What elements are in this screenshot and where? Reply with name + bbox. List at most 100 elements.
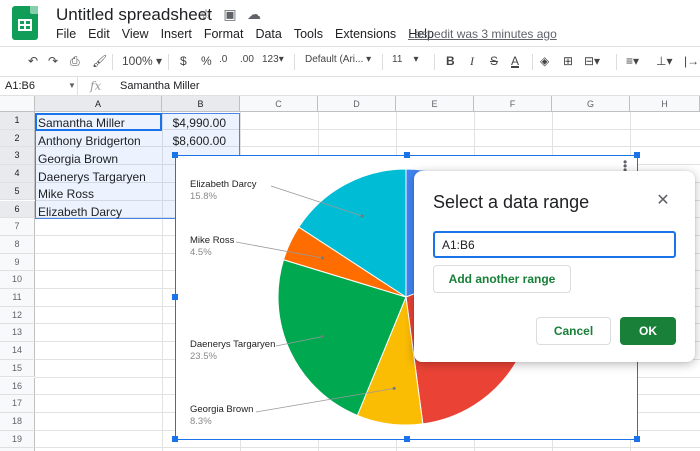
label-mike-ross-percent: 4.5% bbox=[190, 247, 212, 258]
font-family-select[interactable]: Default (Ari... ▾ bbox=[305, 54, 371, 65]
toolbar: ↶ ↷ ⎙ 🖌 100% ▾ $ % .0 .00 123▾ Default (… bbox=[0, 46, 700, 76]
paint-format-icon[interactable]: 🖌 bbox=[92, 54, 107, 68]
leader-dot-georgia-brown bbox=[392, 386, 396, 390]
bold-button[interactable]: B bbox=[446, 54, 455, 68]
last-edit-link[interactable]: Last edit was 3 minutes ago bbox=[408, 27, 557, 41]
resize-handle-ne[interactable] bbox=[634, 152, 640, 158]
row-header-2[interactable]: 2 bbox=[0, 129, 35, 148]
column-header-h[interactable]: H bbox=[630, 96, 700, 112]
cell-b1[interactable]: $4,990.00 bbox=[165, 116, 226, 130]
vertical-align-icon[interactable]: ⊥▾ bbox=[656, 54, 672, 68]
menu-file[interactable]: File bbox=[50, 27, 82, 41]
decrease-decimal-button[interactable]: .0 bbox=[219, 54, 227, 65]
text-color-button[interactable]: A bbox=[511, 54, 519, 68]
cell-a4[interactable]: Daenerys Targaryen bbox=[38, 170, 146, 184]
cell-a6[interactable]: Elizabeth Darcy bbox=[38, 205, 122, 219]
close-icon[interactable]: ✕ bbox=[654, 190, 672, 210]
label-daenerys-targaryen-percent: 23.5% bbox=[190, 351, 217, 362]
document-title[interactable]: Untitled spreadsheet bbox=[56, 5, 212, 25]
cell-a3[interactable]: Georgia Brown bbox=[38, 152, 118, 166]
resize-handle-sw[interactable] bbox=[172, 436, 178, 442]
formula-input[interactable]: Samantha Miller bbox=[120, 80, 199, 92]
resize-handle-nw[interactable] bbox=[172, 152, 178, 158]
row-header-11[interactable]: 11 bbox=[0, 289, 35, 307]
redo-icon[interactable]: ↷ bbox=[48, 54, 58, 68]
more-formats-select[interactable]: 123▾ bbox=[262, 54, 284, 65]
merge-cells-icon[interactable]: ⊟▾ bbox=[584, 54, 600, 68]
increase-decimal-button[interactable]: .00 bbox=[240, 54, 254, 65]
font-size-select[interactable]: 11 ▾ bbox=[392, 54, 419, 65]
fill-color-icon[interactable]: ◈ bbox=[540, 54, 549, 68]
row-header-15[interactable]: 15 bbox=[0, 359, 35, 378]
row-header-5[interactable]: 5 bbox=[0, 182, 35, 201]
cancel-button[interactable]: Cancel bbox=[536, 317, 611, 345]
label-georgia-brown: Georgia Brown bbox=[190, 404, 254, 415]
ok-button[interactable]: OK bbox=[620, 317, 676, 345]
select-data-range-dialog: Select a data range ✕ A1:B6 Add another … bbox=[414, 171, 695, 362]
row-header-7[interactable]: 7 bbox=[0, 218, 35, 236]
column-header-c[interactable]: C bbox=[240, 96, 318, 112]
row-header-17[interactable]: 17 bbox=[0, 395, 35, 413]
row-header-3[interactable]: 3 bbox=[0, 147, 35, 166]
resize-handle-se[interactable] bbox=[634, 436, 640, 442]
menu-insert[interactable]: Insert bbox=[155, 27, 198, 41]
sheets-logo-icon[interactable] bbox=[12, 6, 38, 40]
cell-a5[interactable]: Mike Ross bbox=[38, 187, 94, 201]
strikethrough-button[interactable]: S bbox=[490, 54, 498, 68]
row-header-12[interactable]: 12 bbox=[0, 306, 35, 325]
row-header-16[interactable]: 16 bbox=[0, 377, 35, 396]
name-box[interactable]: A1:B6 bbox=[0, 77, 78, 96]
column-header-e[interactable]: E bbox=[396, 96, 474, 112]
menu-data[interactable]: Data bbox=[249, 27, 287, 41]
row-header-9[interactable]: 9 bbox=[0, 253, 35, 272]
column-header-b[interactable]: B bbox=[162, 96, 240, 112]
label-elizabeth-darcy-percent: 15.8% bbox=[190, 191, 217, 202]
row-header-1[interactable]: 1 bbox=[0, 112, 35, 130]
row-header-14[interactable]: 14 bbox=[0, 342, 35, 360]
title-bar: Untitled spreadsheet ☆ ▣ ☁ File Edit Vie… bbox=[0, 0, 700, 46]
cell-b2[interactable]: $8,600.00 bbox=[165, 134, 226, 148]
percent-button[interactable]: % bbox=[201, 54, 212, 68]
row-header-4[interactable]: 4 bbox=[0, 165, 35, 183]
column-header-d[interactable]: D bbox=[318, 96, 396, 112]
menu-view[interactable]: View bbox=[116, 27, 155, 41]
formula-bar: A1:B6 ▼ fx Samantha Miller bbox=[0, 76, 700, 96]
menu-extensions[interactable]: Extensions bbox=[329, 27, 402, 41]
row-header-13[interactable]: 13 bbox=[0, 324, 35, 343]
italic-button[interactable]: I bbox=[470, 54, 474, 69]
function-icon: fx bbox=[90, 79, 102, 93]
add-another-range-button[interactable]: Add another range bbox=[433, 265, 571, 293]
star-icon[interactable]: ☆ bbox=[198, 6, 214, 23]
horizontal-align-icon[interactable]: ≡▾ bbox=[626, 54, 639, 68]
resize-handle-n[interactable] bbox=[404, 152, 410, 158]
row-header-19[interactable]: 19 bbox=[0, 430, 35, 449]
range-input[interactable]: A1:B6 bbox=[433, 231, 676, 258]
currency-button[interactable]: $ bbox=[180, 54, 187, 68]
column-header-g[interactable]: G bbox=[552, 96, 630, 112]
undo-icon[interactable]: ↶ bbox=[28, 54, 38, 68]
row-header-6[interactable]: 6 bbox=[0, 200, 35, 219]
chevron-down-icon[interactable]: ▼ bbox=[68, 81, 76, 90]
label-daenerys-targaryen: Daenerys Targaryen bbox=[190, 339, 276, 350]
resize-handle-w[interactable] bbox=[172, 294, 178, 300]
row-header-10[interactable]: 10 bbox=[0, 271, 35, 289]
column-header-a[interactable]: A bbox=[35, 96, 162, 112]
row-header-8[interactable]: 8 bbox=[0, 235, 35, 254]
menu-edit[interactable]: Edit bbox=[82, 27, 116, 41]
label-mike-ross: Mike Ross bbox=[190, 235, 235, 246]
row-header-18[interactable]: 18 bbox=[0, 412, 35, 431]
borders-icon[interactable]: ⊞ bbox=[563, 54, 573, 68]
zoom-select[interactable]: 100% ▾ bbox=[122, 54, 162, 68]
cloud-status-icon[interactable]: ☁ bbox=[246, 6, 262, 23]
text-wrap-icon[interactable]: |→ bbox=[684, 54, 699, 68]
column-header-f[interactable]: F bbox=[474, 96, 552, 112]
label-georgia-brown-percent: 8.3% bbox=[190, 416, 212, 427]
resize-handle-s[interactable] bbox=[404, 436, 410, 442]
move-folder-icon[interactable]: ▣ bbox=[222, 6, 238, 23]
menu-tools[interactable]: Tools bbox=[288, 27, 329, 41]
print-icon[interactable]: ⎙ bbox=[70, 54, 80, 69]
menu-format[interactable]: Format bbox=[198, 27, 250, 41]
cell-a1[interactable]: Samantha Miller bbox=[38, 116, 125, 130]
cell-a2[interactable]: Anthony Bridgerton bbox=[38, 134, 141, 148]
select-all-corner[interactable] bbox=[0, 96, 35, 112]
